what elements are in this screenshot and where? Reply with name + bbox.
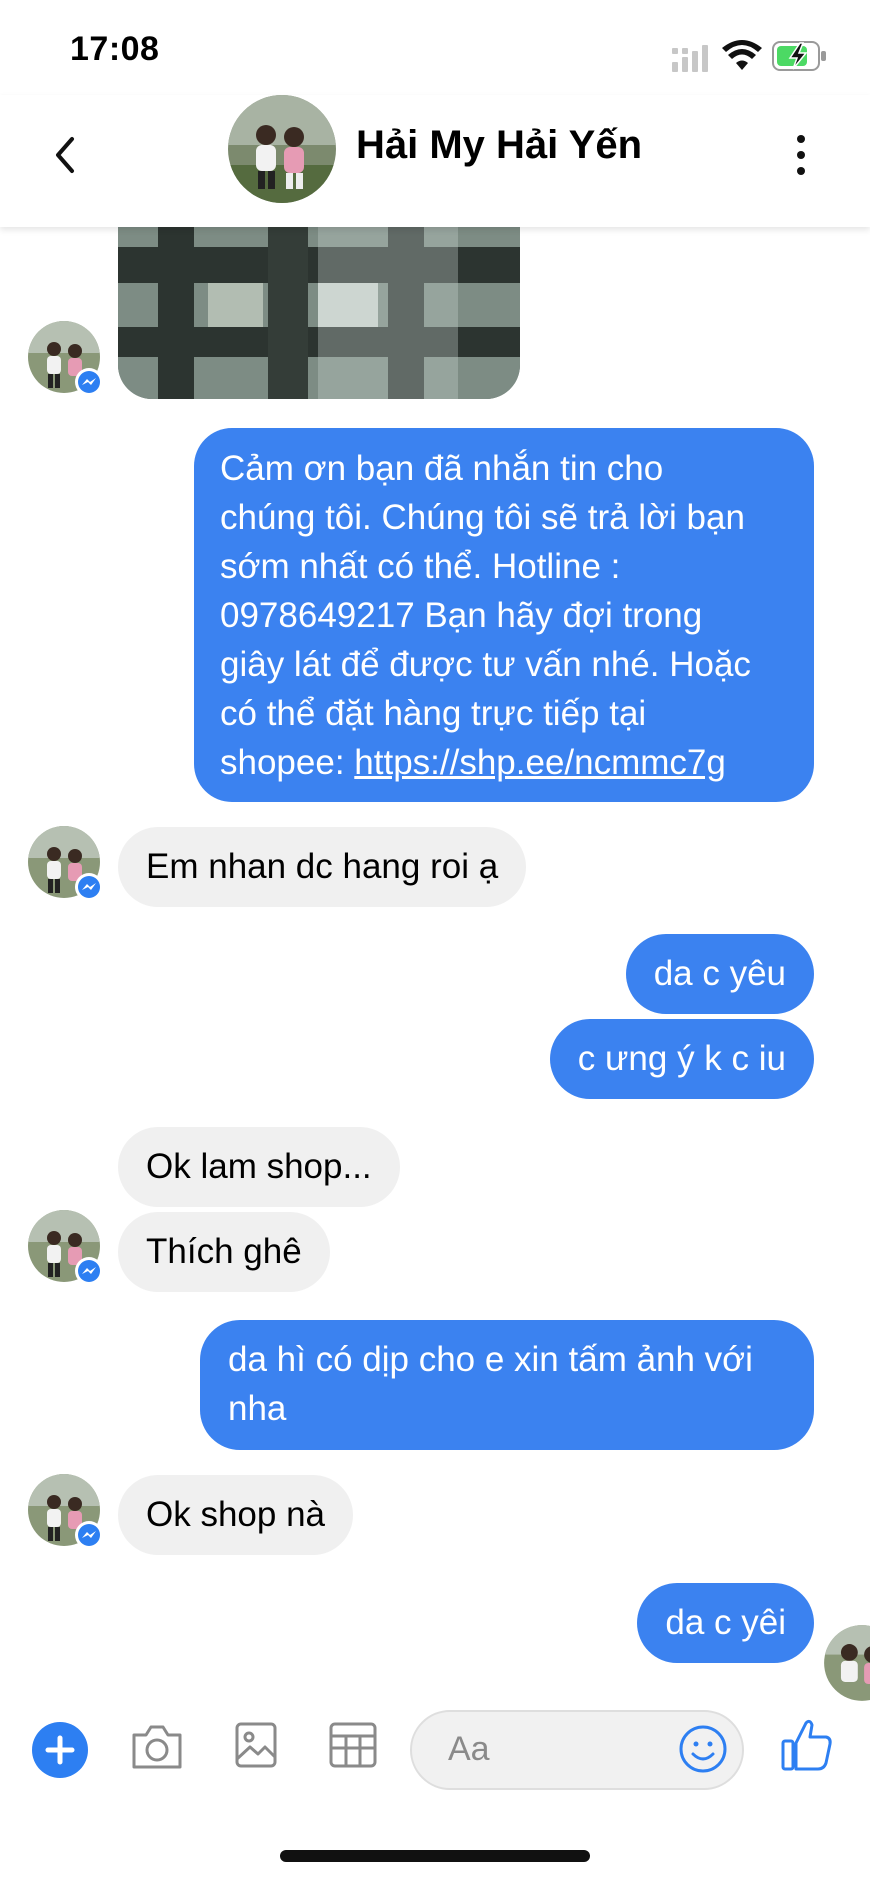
conversation-header: Hải My Hải Yến	[0, 95, 870, 227]
sender-avatar[interactable]	[26, 319, 106, 399]
home-indicator[interactable]	[280, 1850, 590, 1862]
cellular-signal-icon	[672, 45, 708, 72]
message-line: chúng tôi. Chúng tôi sẽ trả lời bạn	[220, 498, 745, 537]
message-line: 0978649217 Bạn hãy đợi trong	[220, 596, 703, 635]
link-prefix: shopee:	[220, 743, 355, 782]
seen-avatar-icon	[824, 1625, 870, 1701]
avatar-with-messenger-badge-icon	[28, 826, 103, 901]
grid-icon[interactable]	[328, 1721, 378, 1769]
sender-avatar[interactable]	[26, 824, 106, 904]
photo-thumbnail-icon	[118, 227, 520, 399]
outgoing-message-bubble[interactable]: da c yêu	[625, 934, 814, 1014]
conversation-title[interactable]: Hải My Hải Yến	[356, 123, 642, 168]
smile-icon[interactable]	[678, 1724, 728, 1774]
message-line: nha	[228, 1389, 287, 1428]
plus-icon	[45, 1735, 75, 1765]
outgoing-message-bubble[interactable]: Cảm ơn bạn đã nhắn tin cho chúng tôi. Ch…	[194, 428, 814, 802]
sender-avatar[interactable]	[26, 1472, 106, 1552]
avatar-photo-icon	[228, 95, 336, 203]
avatar-with-messenger-badge-icon	[28, 1474, 103, 1549]
message-composer: Aa	[0, 1697, 870, 1817]
message-line: shopee: https://shp.ee/ncmmc7g	[220, 738, 788, 787]
outgoing-message-bubble[interactable]: da hì có dịp cho e xin tấm ảnh với nha	[200, 1320, 814, 1450]
contact-avatar[interactable]	[228, 95, 336, 203]
message-list[interactable]: Cảm ơn bạn đã nhắn tin cho chúng tôi. Ch…	[0, 227, 870, 1701]
avatar-with-messenger-badge-icon	[28, 1210, 103, 1285]
avatar-with-messenger-badge-icon	[28, 321, 103, 396]
message-line: sớm nhất có thể. Hotline :	[220, 547, 621, 586]
incoming-message-bubble[interactable]: Ok lam shop...	[118, 1127, 400, 1207]
seen-receipt-avatar	[822, 1623, 870, 1701]
message-input[interactable]: Aa	[410, 1710, 744, 1790]
image-icon[interactable]	[234, 1719, 278, 1771]
status-bar: 17:08	[0, 0, 870, 100]
incoming-message-bubble[interactable]: Thích ghê	[118, 1212, 330, 1292]
thumbs-up-icon[interactable]	[780, 1717, 834, 1773]
back-chevron-icon[interactable]	[48, 125, 88, 185]
camera-icon[interactable]	[130, 1723, 184, 1771]
incoming-message-bubble[interactable]: Em nhan dc hang roi ạ	[118, 827, 527, 907]
image-message[interactable]	[118, 227, 520, 399]
more-options-icon[interactable]	[786, 127, 816, 183]
message-line: da hì có dịp cho e xin tấm ảnh với	[228, 1340, 753, 1379]
sender-avatar[interactable]	[26, 1208, 106, 1288]
shopee-link[interactable]: https://shp.ee/ncmmc7g	[354, 743, 726, 782]
outgoing-message-bubble[interactable]: da c yêi	[637, 1583, 814, 1663]
message-line: giây lát để được tư vấn nhé. Hoặc	[220, 645, 751, 684]
status-time: 17:08	[70, 30, 160, 68]
incoming-message-bubble[interactable]: Ok shop nà	[118, 1475, 353, 1555]
wifi-icon	[722, 40, 762, 70]
outgoing-message-bubble[interactable]: c ưng ý k c iu	[549, 1019, 814, 1099]
message-line: có thể đặt hàng trực tiếp tại	[220, 694, 647, 733]
plus-button[interactable]	[32, 1722, 88, 1778]
battery-charging-icon	[772, 41, 826, 71]
message-input-placeholder: Aa	[448, 1730, 490, 1768]
message-line: Cảm ơn bạn đã nhắn tin cho	[220, 449, 664, 488]
